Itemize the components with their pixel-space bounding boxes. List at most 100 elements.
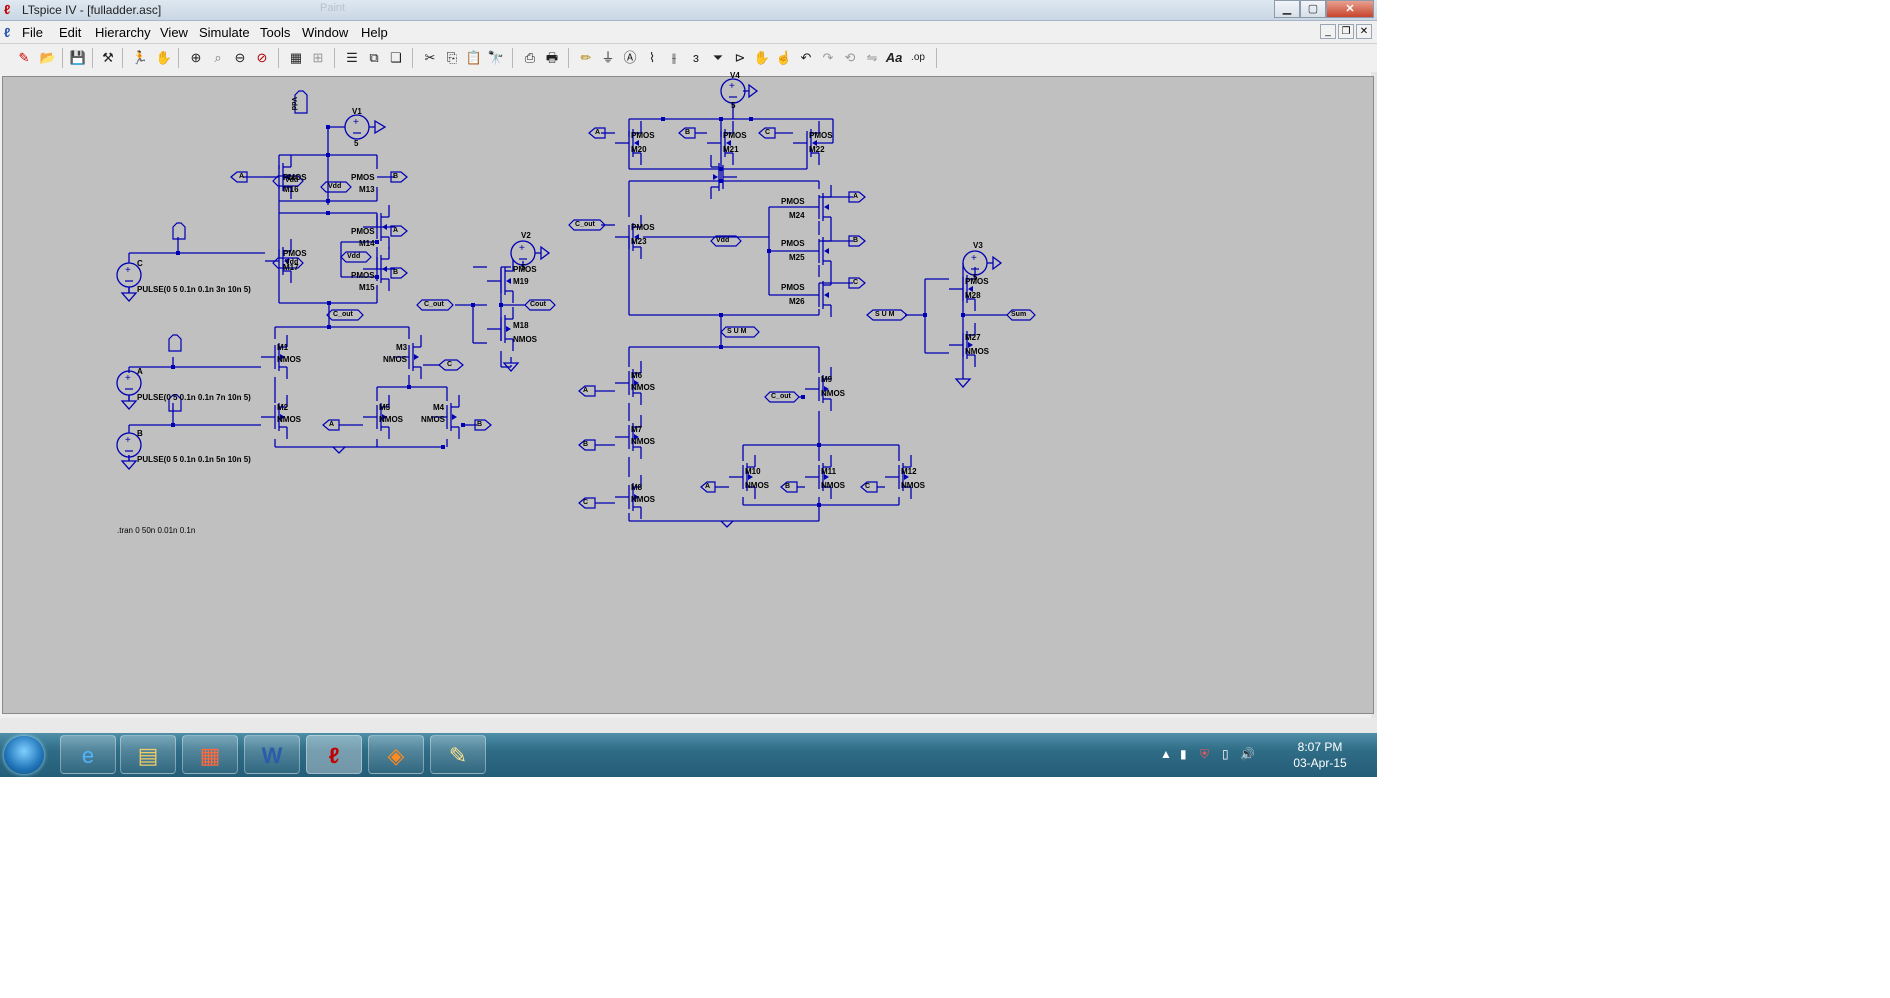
network-icon[interactable]: ▮ (1180, 747, 1187, 761)
capacitor-icon[interactable]: ⫲ (664, 48, 684, 68)
mdi-child-icon[interactable]: ℓ (4, 25, 10, 40)
zoom-in-icon[interactable]: ⊕ (186, 48, 206, 68)
wire-icon[interactable]: ✏ (576, 48, 596, 68)
mosfet-name: M28 (965, 291, 981, 300)
file-explorer-icon[interactable]: ▤ (120, 735, 176, 774)
autoscale-icon[interactable]: ▦ (286, 48, 306, 68)
mosfet-model: NMOS (513, 335, 537, 344)
ltspice-icon[interactable]: ℓ (306, 735, 362, 774)
menu-help[interactable]: Help (361, 25, 388, 40)
ltspice-app-icon: ℓ (4, 2, 11, 17)
source-name: V2 (521, 231, 531, 240)
desktop-screen: ℓ LTspice IV - [fulladder.asc] Paint ▁ ▢… (0, 0, 1377, 777)
text-icon[interactable]: Aa (884, 48, 904, 68)
net-label: C (447, 361, 453, 368)
net-label: Vdd (328, 183, 342, 190)
cascade-icon[interactable]: ❏ (386, 48, 406, 68)
security-icon[interactable]: ⛨ (1200, 747, 1209, 762)
waveform-icon[interactable]: ⊞ (308, 48, 328, 68)
menu-view[interactable]: View (160, 25, 188, 40)
internet-explorer-icon[interactable]: e (60, 735, 116, 774)
mosfet-name: M13 (359, 185, 375, 194)
mdi-close-button[interactable]: ✕ (1356, 24, 1372, 39)
move-icon[interactable]: ✋ (752, 48, 772, 68)
paste-icon[interactable]: 📋 (464, 48, 484, 68)
find-icon[interactable]: 🔭 (486, 48, 506, 68)
cut-icon[interactable]: ✂ (420, 48, 440, 68)
close-button[interactable]: ✕ (1326, 0, 1374, 18)
source-value: PULSE(0 5 0.1n 0.1n 7n 10n 5) (137, 393, 251, 402)
menu-hierarchy[interactable]: Hierarchy (95, 25, 151, 40)
mosfet-name: M6 (631, 371, 643, 380)
mosfet-model: NMOS (901, 481, 925, 490)
word-icon[interactable]: W (244, 735, 300, 774)
mosfet-name: M21 (723, 145, 739, 154)
mosfet-name: M18 (513, 321, 529, 330)
ground-icon[interactable]: ⏚ (598, 48, 618, 68)
menu-window[interactable]: Window (302, 25, 348, 40)
menu-tools[interactable]: Tools (260, 25, 290, 40)
halt-icon[interactable]: ✋ (154, 48, 174, 68)
save-icon[interactable]: 💾 (68, 48, 88, 68)
drag-icon[interactable]: ☝ (774, 48, 794, 68)
system-clock[interactable]: 8:07 PM 03-Apr-15 (1290, 739, 1350, 771)
mosfet-model: NMOS (965, 347, 989, 356)
minimize-button[interactable]: ▁ (1274, 0, 1300, 18)
undo-icon[interactable]: ↶ (796, 48, 816, 68)
net-label: Vdd (285, 259, 299, 266)
label-net-icon[interactable]: Ⓐ (620, 48, 640, 68)
mirror-icon[interactable]: ⇋ (862, 48, 882, 68)
source-name: V4 (730, 71, 740, 80)
mdi-minimize-button[interactable]: _ (1320, 24, 1336, 39)
start-menu-tiles-icon[interactable]: ▦ (182, 735, 238, 774)
mosfet-model: PMOS (781, 197, 805, 206)
office-picture-icon[interactable]: ◈ (368, 735, 424, 774)
net-label: S U M (875, 311, 895, 318)
cancel-zoom-icon[interactable]: ⊘ (252, 48, 272, 68)
schematic-canvas[interactable]: + (2, 71, 1374, 714)
run-icon[interactable]: 🏃 (130, 48, 150, 68)
menu-edit[interactable]: Edit (59, 25, 81, 40)
new-schematic-icon[interactable]: ✎ (14, 48, 34, 68)
net-label: B (583, 441, 589, 448)
zoom-out-icon[interactable]: ⌕ (208, 48, 228, 68)
net-label: Vdd (347, 253, 361, 260)
maximize-button[interactable]: ▢ (1300, 0, 1326, 18)
volume-icon[interactable]: 🔊 (1240, 747, 1255, 761)
mosfet-name: M11 (821, 467, 837, 476)
spice-directive[interactable]: .tran 0 50n 0.01n 0.1n (117, 526, 195, 535)
mosfet-model: PMOS (351, 271, 375, 280)
battery-icon[interactable]: ▯ (1222, 747, 1229, 761)
copy-icon[interactable]: ⎘ (442, 48, 462, 68)
show-hidden-icons-icon[interactable]: ▲ (1160, 747, 1172, 761)
diode-icon[interactable]: ⏷ (708, 48, 728, 68)
mosfet-name: M27 (965, 333, 981, 342)
resistor-icon[interactable]: ⌇ (642, 48, 662, 68)
mosfet-model: PMOS (631, 131, 655, 140)
print-setup-icon[interactable]: ⎙ (520, 48, 540, 68)
open-icon[interactable]: 📂 (38, 48, 58, 68)
window-titlebar[interactable]: ℓ LTspice IV - [fulladder.asc] Paint ▁ ▢… (0, 0, 1377, 21)
net-label: C (865, 483, 871, 490)
mdi-restore-button[interactable]: ❐ (1338, 24, 1354, 39)
mosfet-model: PMOS (781, 239, 805, 248)
redo-icon[interactable]: ↷ (818, 48, 838, 68)
net-label: C (765, 129, 771, 136)
tile-vertical-icon[interactable]: ⧉ (364, 48, 384, 68)
toolbar: ✎ 📂 💾 ⚒ 🏃 ✋ ⊕ ⌕ ⊖ ⊘ ▦ ⊞ ☰ ⧉ ❏ ✂ ⎘ 📋 🔭 ⎙ … (0, 44, 1377, 73)
menu-simulate[interactable]: Simulate (199, 25, 250, 40)
component-icon[interactable]: ⊳ (730, 48, 750, 68)
inductor-icon[interactable]: ɜ (686, 48, 706, 68)
rotate-icon[interactable]: ⟲ (840, 48, 860, 68)
net-label: B (477, 421, 483, 428)
tile-horizontal-icon[interactable]: ☰ (342, 48, 362, 68)
paint-icon[interactable]: ✎ (430, 735, 486, 774)
zoom-fit-icon[interactable]: ⊖ (230, 48, 250, 68)
menu-file[interactable]: File (22, 25, 43, 40)
net-label: S U M (727, 328, 747, 335)
mosfet-name: M24 (789, 211, 805, 220)
print-icon[interactable]: 🖶 (542, 48, 562, 68)
start-orb[interactable] (4, 736, 44, 774)
spice-directive-icon[interactable]: .op (908, 48, 928, 68)
control-panel-icon[interactable]: ⚒ (98, 48, 118, 68)
